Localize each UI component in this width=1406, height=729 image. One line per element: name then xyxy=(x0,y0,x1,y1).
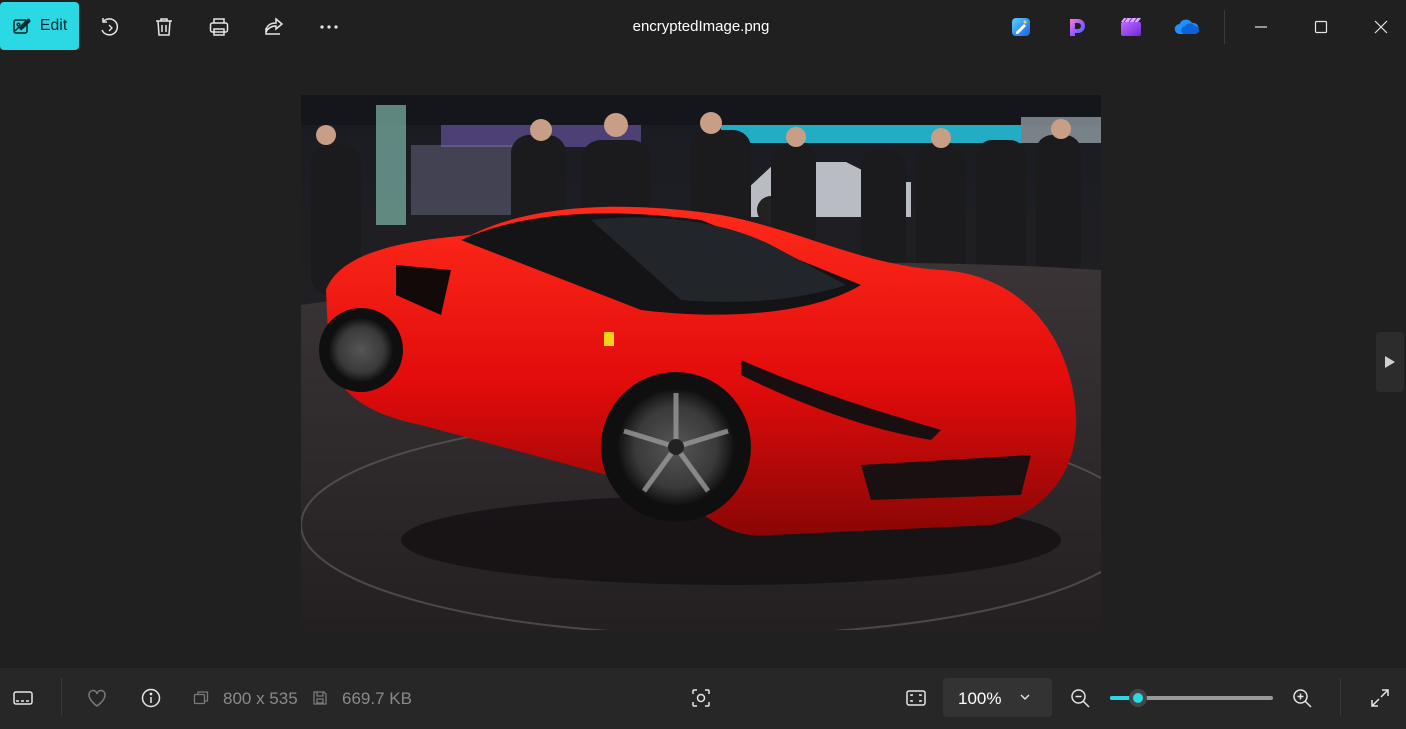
fit-window-icon xyxy=(905,687,927,709)
expand-icon xyxy=(1369,687,1391,709)
more-icon xyxy=(318,16,340,38)
zoom-slider-thumb[interactable] xyxy=(1129,689,1147,707)
image-dimensions: 800 x 535 xyxy=(223,689,298,708)
rotate-icon xyxy=(98,16,120,38)
displayed-photo[interactable] xyxy=(301,95,1101,630)
zoom-in-icon xyxy=(1291,687,1313,709)
visual-search-button[interactable] xyxy=(681,678,721,718)
bottom-divider xyxy=(61,678,62,716)
filmstrip-button[interactable] xyxy=(3,678,43,718)
info-icon xyxy=(140,687,162,709)
zoom-level-value: 100% xyxy=(958,689,1002,708)
dimensions-icon xyxy=(193,690,209,706)
designer-app-button[interactable] xyxy=(1008,14,1034,40)
file-name-title: encryptedImage.png xyxy=(632,18,770,35)
more-options-button[interactable] xyxy=(310,7,348,47)
video-editor-app-icon xyxy=(1119,16,1143,38)
bottom-status-bar: 800 x 535 669.7 KB 100% xyxy=(0,668,1406,729)
edit-button[interactable]: Edit xyxy=(0,2,79,50)
video-editor-app-button[interactable] xyxy=(1118,14,1144,40)
file-size-icon xyxy=(312,690,328,706)
heart-icon xyxy=(86,687,108,709)
play-right-icon xyxy=(1384,355,1396,369)
designer-app-icon xyxy=(1010,16,1032,38)
favorite-button[interactable] xyxy=(77,678,117,718)
next-image-button[interactable] xyxy=(1376,332,1404,392)
filmstrip-icon xyxy=(12,687,34,709)
minimize-icon xyxy=(1253,19,1269,35)
printer-icon xyxy=(208,16,230,38)
bottom-divider-right xyxy=(1340,678,1341,716)
close-icon xyxy=(1373,19,1389,35)
delete-button[interactable] xyxy=(145,7,183,47)
zoom-in-button[interactable] xyxy=(1282,678,1322,718)
zoom-slider[interactable] xyxy=(1110,689,1273,707)
clipchamp-app-button[interactable] xyxy=(1064,14,1090,40)
print-button[interactable] xyxy=(200,7,238,47)
close-button[interactable] xyxy=(1358,7,1404,47)
maximize-icon xyxy=(1313,19,1329,35)
edit-image-icon xyxy=(12,16,32,36)
zoom-level-dropdown[interactable]: 100% xyxy=(943,678,1052,717)
visual-search-icon xyxy=(690,687,712,709)
share-icon xyxy=(263,16,285,38)
chevron-down-icon xyxy=(1018,690,1032,704)
maximize-button[interactable] xyxy=(1298,7,1344,47)
file-size: 669.7 KB xyxy=(342,689,412,708)
car-photo-illustration xyxy=(301,95,1101,630)
top-toolbar: Edit encryptedImage.png xyxy=(0,0,1406,54)
onedrive-button[interactable] xyxy=(1172,14,1202,40)
info-button[interactable] xyxy=(131,678,171,718)
clipchamp-app-icon xyxy=(1066,16,1088,38)
fit-to-window-button[interactable] xyxy=(896,678,936,718)
minimize-button[interactable] xyxy=(1238,7,1284,47)
zoom-out-icon xyxy=(1069,687,1091,709)
photos-app-window: Edit encryptedImage.png 800 x 535 669.7 … xyxy=(0,0,1406,729)
full-screen-button[interactable] xyxy=(1360,678,1400,718)
toolbar-divider xyxy=(1224,10,1225,44)
rotate-button[interactable] xyxy=(90,7,128,47)
zoom-out-button[interactable] xyxy=(1060,678,1100,718)
onedrive-icon xyxy=(1173,17,1201,37)
trash-icon xyxy=(153,16,175,38)
share-button[interactable] xyxy=(255,7,293,47)
edit-label: Edit xyxy=(39,17,68,34)
